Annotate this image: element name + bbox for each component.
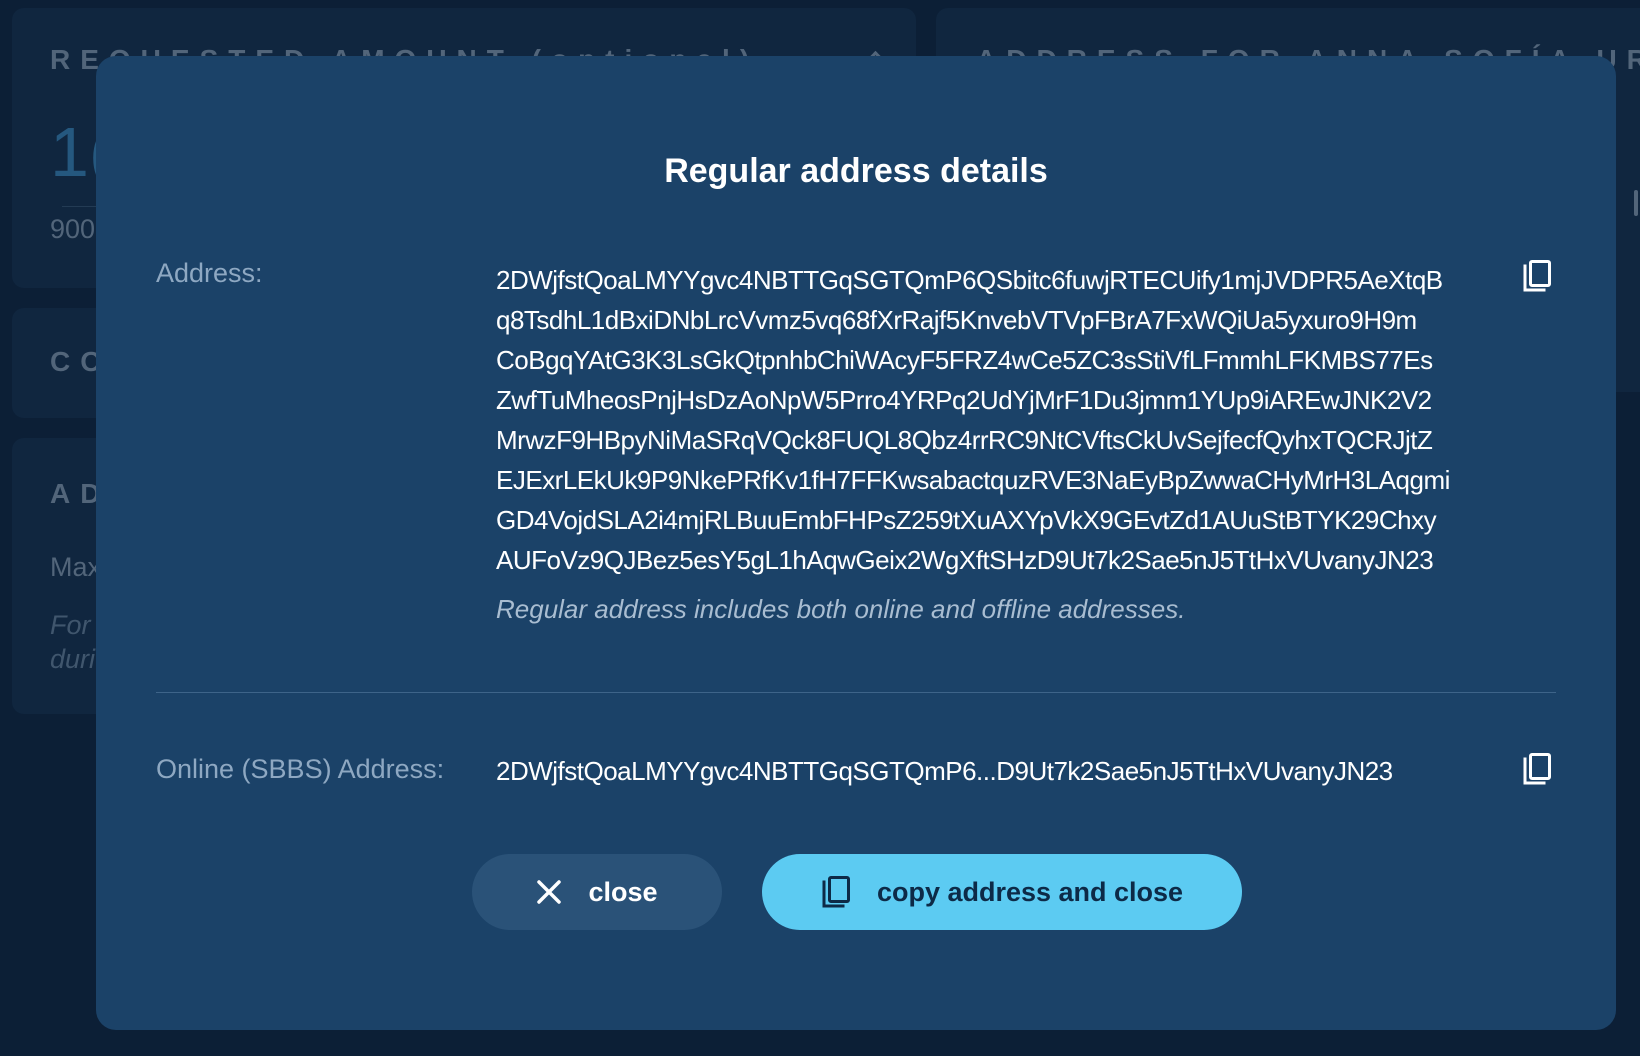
dialog-title: Regular address details	[664, 152, 1048, 190]
address-label: Address:	[156, 258, 263, 288]
close-button-label: close	[588, 876, 658, 907]
address-line: MrwzF9HBpyNiMaSRqVQck8FUQL8Qbz4rrRC9NtCV…	[496, 425, 1433, 455]
copy-icon	[1523, 753, 1551, 785]
copy-icon	[821, 875, 851, 909]
address-line: ZwfTuMheosPnjHsDzAoNpW5Prro4YRPq2UdYjMrF…	[496, 385, 1432, 415]
online-address[interactable]: 2DWjfstQoaLMYYgvc4NBTTGqSGTQmP6...D9Ut7k…	[496, 756, 1393, 787]
copy-address-icon[interactable]	[1522, 259, 1552, 293]
copy-online-address-icon[interactable]	[1522, 752, 1552, 786]
address-details-dialog: Regular address details Address: 2DWjfst…	[96, 56, 1616, 1030]
online-address-label: Online (SBBS) Address:	[156, 754, 445, 784]
app-window: REQUESTED AMOUNT (optional) 1( 900 ADDRE…	[0, 0, 1640, 1056]
copy-icon	[1523, 260, 1551, 292]
address-line: GD4VojdSLA2i4mjRLBuuEmbFHPsZ259tXuAXYpVk…	[496, 505, 1437, 535]
copy-address-and-close-button[interactable]: copy address and close	[762, 854, 1242, 930]
regular-address[interactable]: 2DWjfstQoaLMYYgvc4NBTTGqSGTQmP6QSbitc6fu…	[496, 260, 1506, 580]
copy-button-label: copy address and close	[876, 876, 1184, 907]
address-note: Regular address includes both online and…	[496, 594, 1186, 624]
address-line: AUFoVz9QJBez5esY5gL1hAqwGeix2WgXftSHzD9U…	[496, 545, 1434, 575]
section-divider	[156, 692, 1556, 693]
address-line: q8TsdhL1dBxiDNbLrcVvmz5vq68fXrRajf5Knveb…	[496, 305, 1417, 335]
close-icon	[536, 879, 562, 905]
address-line: EJExrLEkUk9P9NkePRfKv1fH7FFKwsabactquzRV…	[496, 465, 1450, 495]
address-line: 2DWjfstQoaLMYYgvc4NBTTGqSGTQmP6QSbitc6fu…	[496, 265, 1443, 295]
close-button[interactable]: close	[472, 854, 722, 930]
address-line: CoBgqYAtG3K3LsGkQtpnhbChiWAcyF5FRZ4wCe5Z…	[496, 345, 1433, 375]
